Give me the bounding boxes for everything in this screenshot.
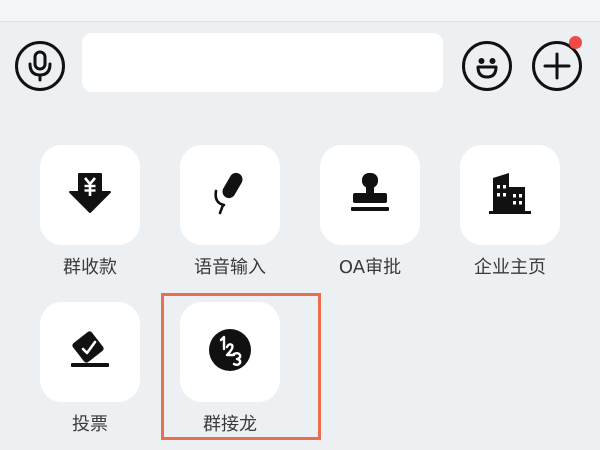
tile-label: 群收款 xyxy=(63,257,117,278)
top-divider-strip xyxy=(0,0,600,22)
vote-icon xyxy=(67,327,113,377)
notification-dot xyxy=(569,36,582,49)
tile-label: 企业主页 xyxy=(474,257,546,278)
group-chain-button[interactable] xyxy=(180,302,280,402)
oa-approval-button[interactable] xyxy=(320,145,420,245)
emoji-button[interactable] xyxy=(462,41,512,91)
tile-label: OA审批 xyxy=(338,257,402,278)
voice-input-icon xyxy=(207,170,253,220)
company-homepage-button[interactable] xyxy=(460,145,560,245)
building-icon xyxy=(487,170,533,220)
smiley-icon xyxy=(470,49,504,83)
stamp-icon xyxy=(347,170,393,220)
voice-input-button[interactable] xyxy=(180,145,280,245)
group-payment-button[interactable] xyxy=(40,145,140,245)
tile-label: 群接龙 xyxy=(203,414,257,435)
plus-icon xyxy=(542,51,572,81)
group-payment-icon xyxy=(67,170,113,220)
message-input[interactable] xyxy=(82,33,443,92)
group-chain-icon xyxy=(207,327,253,377)
tile-label: 语音输入 xyxy=(194,257,266,278)
voice-button[interactable] xyxy=(15,41,65,91)
chat-input-bar xyxy=(0,22,600,112)
microphone-icon xyxy=(25,50,55,82)
vote-button[interactable] xyxy=(40,302,140,402)
tile-label: 投票 xyxy=(72,414,108,435)
